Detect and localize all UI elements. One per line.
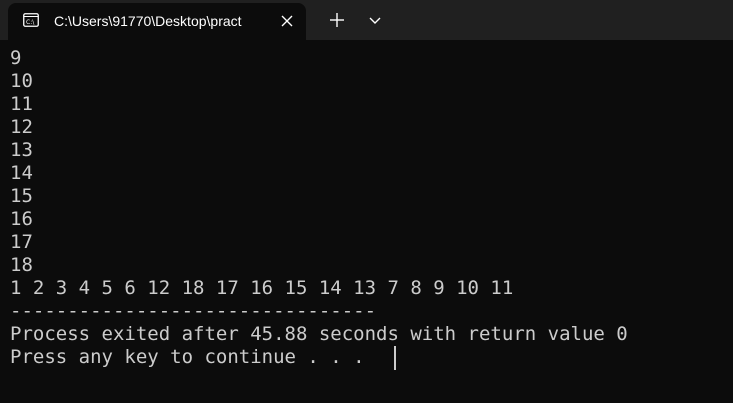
process-exit-message: Process exited after 45.88 seconds with … xyxy=(10,323,628,345)
output-line: 15 xyxy=(10,185,33,207)
output-line: 9 xyxy=(10,47,22,69)
profile-dropdown-button[interactable] xyxy=(362,8,388,32)
output-line: 13 xyxy=(10,139,33,161)
chevron-down-icon xyxy=(362,17,388,36)
output-line: 12 xyxy=(10,116,33,138)
terminal-window: C:\ C:\Users\91770\Desktop\pract 9 10 11… xyxy=(0,0,733,403)
output-line: 18 xyxy=(10,254,33,276)
output-line: 11 xyxy=(10,93,33,115)
close-icon[interactable] xyxy=(280,14,294,28)
title-bar: C:\ C:\Users\91770\Desktop\pract xyxy=(0,0,733,40)
output-line: 17 xyxy=(10,231,33,253)
tab-title: C:\Users\91770\Desktop\pract xyxy=(54,13,242,29)
separator-line: -------------------------------- xyxy=(10,300,377,322)
tab-terminal[interactable]: C:\ C:\Users\91770\Desktop\pract xyxy=(8,3,306,40)
sequence-output-line: 1 2 3 4 5 6 12 18 17 16 15 14 13 7 8 9 1… xyxy=(10,277,514,299)
output-line: 14 xyxy=(10,162,33,184)
text-cursor xyxy=(394,346,396,370)
terminal-icon: C:\ xyxy=(23,13,39,27)
svg-text:C:\: C:\ xyxy=(26,19,35,26)
terminal-output[interactable]: 9 10 11 12 13 14 15 16 17 18 1 2 3 4 5 6… xyxy=(0,40,733,403)
continue-prompt: Press any key to continue . . . xyxy=(10,346,365,368)
plus-icon xyxy=(322,13,352,36)
output-line: 16 xyxy=(10,208,33,230)
output-line: 10 xyxy=(10,70,33,92)
new-tab-button[interactable] xyxy=(322,8,352,32)
